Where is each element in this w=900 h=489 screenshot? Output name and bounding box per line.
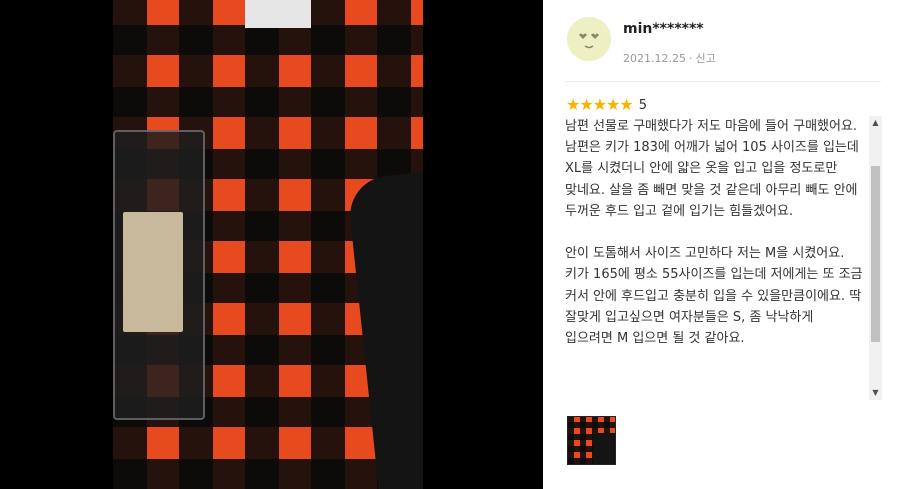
fleece-lining xyxy=(346,161,423,489)
review-scrollbar[interactable]: ▲ ▼ xyxy=(869,116,882,400)
header-divider xyxy=(565,81,881,82)
review-body-text: 남편 선물로 구매했다가 저도 마음에 들어 구매했어요. 남편은 키가 183… xyxy=(565,119,863,347)
price-tag xyxy=(245,0,311,28)
scrollbar-thumb[interactable] xyxy=(871,166,880,342)
report-link[interactable]: 신고 xyxy=(695,52,715,65)
smiley-heart-eyes-avatar-icon xyxy=(567,17,611,61)
rating-value: 5 xyxy=(638,97,647,113)
star-rating: ★ ★ ★ ★ ★ 5 xyxy=(566,96,647,114)
star-icon: ★ xyxy=(606,95,620,114)
avatar xyxy=(567,17,611,61)
review-text-scroll-area[interactable]: 남편 선물로 구매했다가 저도 마음에 들어 구매했어요. 남편은 키가 183… xyxy=(565,116,882,400)
plastic-bag xyxy=(113,130,205,420)
triangle-down-icon[interactable]: ▼ xyxy=(869,386,882,400)
review-photo-plaid-jacket xyxy=(113,0,423,489)
review-photo-thumbnail[interactable] xyxy=(567,416,616,465)
star-icon: ★ xyxy=(619,95,633,114)
star-icon: ★ xyxy=(579,95,593,114)
reviewer-username: min******* xyxy=(623,21,704,37)
star-icon: ★ xyxy=(592,95,607,114)
product-label xyxy=(123,212,183,332)
triangle-up-icon[interactable]: ▲ xyxy=(869,116,882,130)
thumbnail-lining xyxy=(593,433,615,464)
review-panel: min******* 2021.12.25 · 신고 ★ ★ ★ ★ ★ 5 남편 … xyxy=(543,0,900,489)
review-photo-viewer xyxy=(0,0,543,489)
review-meta: 2021.12.25 · 신고 xyxy=(623,50,716,66)
star-icon: ★ xyxy=(566,95,580,114)
review-date: 2021.12.25 xyxy=(623,52,686,65)
meta-separator: · xyxy=(688,52,693,65)
